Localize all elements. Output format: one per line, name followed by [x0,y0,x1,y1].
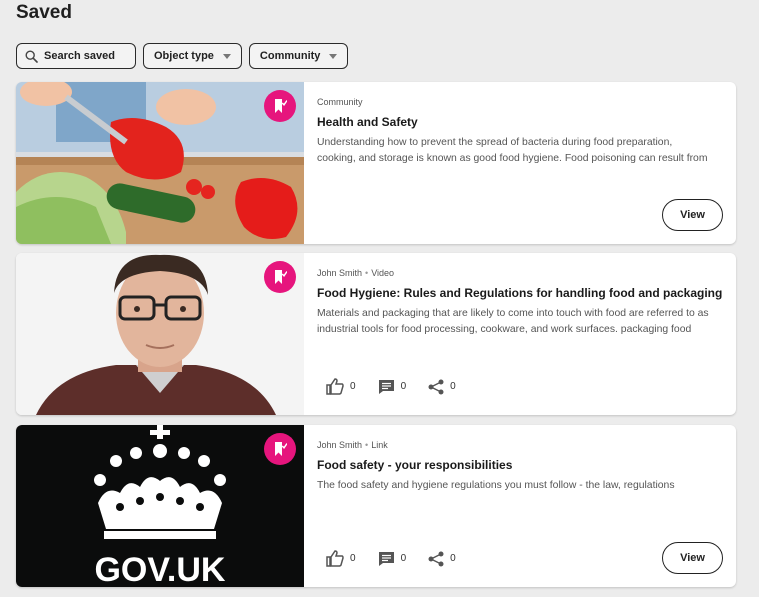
share-count: 0 [450,553,456,564]
search-saved-label: Search saved [44,50,115,62]
share-icon [428,551,444,567]
bookmark-check-icon[interactable] [264,90,296,122]
card-content: Community Health and Safety Understandin… [317,82,736,244]
comment-icon [378,551,395,567]
card-description: Materials and packaging that are likely … [317,306,736,338]
description-line: cooking, and storage is known as good fo… [317,153,708,164]
card-content: John Smith • Video Food Hygiene: Rules and… [317,253,736,415]
bookmark-check-icon[interactable] [264,433,296,465]
page-title: Saved [16,2,72,23]
card-type: Community [317,97,363,107]
view-button[interactable]: View [662,199,723,231]
card-stats: 0 0 0 [320,550,472,567]
description-line: industrial tools for food processing, co… [317,324,692,335]
card-meta: John Smith • Link [317,440,388,450]
card-thumbnail[interactable]: GOV.UK [16,425,304,587]
like-count: 0 [350,381,356,392]
meta-separator: • [365,268,369,278]
object-type-dropdown[interactable]: Object type [143,43,242,69]
view-button[interactable]: View [662,542,723,574]
card-type: Link [371,440,388,450]
thumbs-up-icon [326,378,344,395]
card-thumbnail[interactable] [16,253,304,415]
card-thumbnail[interactable] [16,82,304,244]
card-type: Video [371,268,395,278]
object-type-label: Object type [154,50,214,62]
community-dropdown[interactable]: Community [248,43,349,69]
share-count: 0 [450,381,456,392]
comment-count: 0 [400,553,407,564]
card-content: John Smith • Link Food safety - your respo… [317,425,736,587]
thumbs-up-icon [326,550,344,567]
saved-item-card: John Smith • Video Food Hygiene: Rules and… [16,253,736,415]
like-count: 0 [350,553,356,564]
card-description: Understanding how to prevent the spread … [317,135,736,167]
card-author[interactable]: John Smith [317,440,362,450]
caret-down-icon [222,53,231,59]
comment-button[interactable]: 0 [372,551,407,567]
card-stats: 0 0 0 [320,378,472,395]
card-meta: Community [317,97,363,107]
gov-uk-logo-text: GOV.UK [94,551,225,587]
card-title[interactable]: Health and Safety [317,115,418,129]
card-title[interactable]: Food Hygiene: Rules and Regulations for … [317,286,722,300]
like-button[interactable]: 0 [320,550,356,567]
card-meta: John Smith • Video [317,268,394,278]
comment-count: 0 [400,381,407,392]
card-title[interactable]: Food safety - your responsibilities [317,458,512,472]
meta-separator: • [365,440,369,450]
caret-down-icon [329,53,338,59]
share-icon [428,379,444,395]
share-button[interactable]: 0 [422,551,456,567]
saved-item-card: Community Health and Safety Understandin… [16,82,736,244]
search-icon [25,49,38,63]
description-line: The food safety and hygiene regulations … [317,480,675,491]
share-button[interactable]: 0 [422,379,456,395]
like-button[interactable]: 0 [320,378,356,395]
bookmark-check-icon[interactable] [264,261,296,293]
community-label: Community [259,50,321,62]
comment-icon [378,379,395,395]
card-author[interactable]: John Smith [317,268,362,278]
description-line: Understanding how to prevent the spread … [317,137,673,148]
search-saved-button[interactable]: Search saved [16,43,136,69]
filter-bar: Search saved Object type Community [16,43,349,69]
card-description: The food safety and hygiene regulations … [317,478,736,494]
description-line: Materials and packaging that are likely … [317,308,709,319]
comment-button[interactable]: 0 [372,379,407,395]
saved-item-card: GOV.UK John Smith • Link Food safety - you… [16,425,736,587]
